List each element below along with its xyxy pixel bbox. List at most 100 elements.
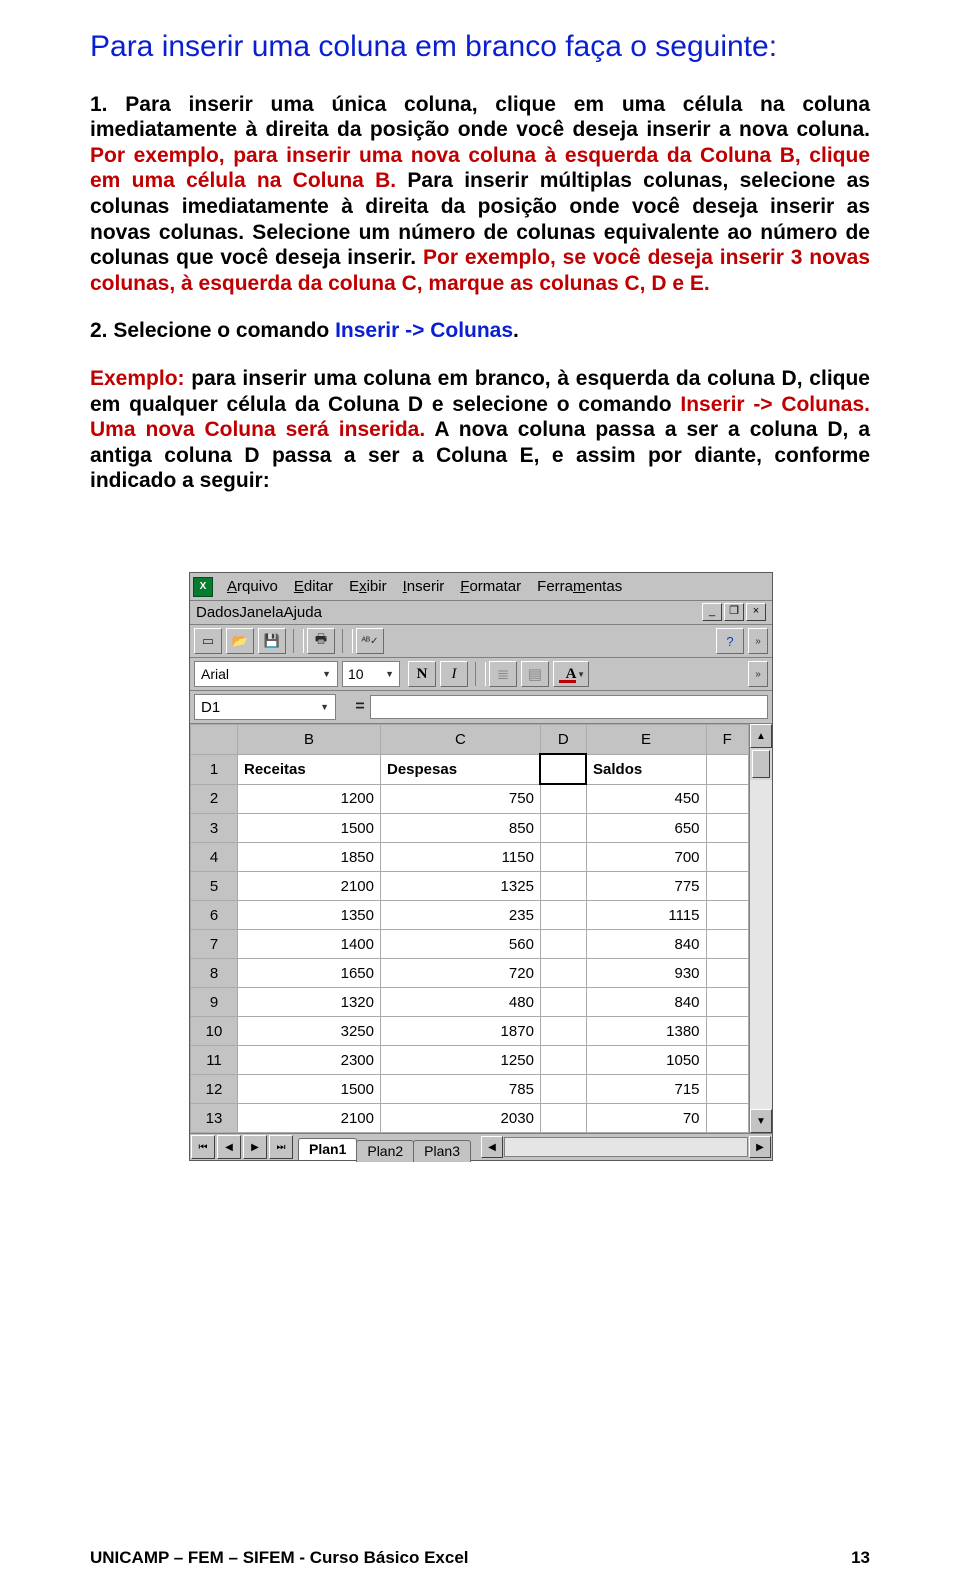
vertical-scrollbar[interactable]: ▲ ▼ [749,724,772,1133]
scroll-right-icon[interactable]: ▶ [749,1136,771,1158]
cell[interactable] [706,1046,748,1075]
cell[interactable] [706,988,748,1017]
cell[interactable] [706,754,748,784]
cell[interactable] [706,814,748,843]
toolbar-overflow-icon[interactable]: » [748,628,768,654]
cell[interactable]: 840 [586,930,706,959]
formula-input[interactable] [370,695,768,719]
cell[interactable]: 1850 [238,843,381,872]
print-icon[interactable]: 🖶 [307,628,335,654]
col-head-B[interactable]: B [238,725,381,755]
align-button[interactable]: ≣ [489,661,517,687]
sheet-tab-plan3[interactable]: Plan3 [413,1140,471,1162]
cell[interactable] [706,872,748,901]
cell[interactable] [706,930,748,959]
cell[interactable]: 1320 [238,988,381,1017]
cell[interactable] [540,1104,586,1133]
close-button[interactable]: × [746,603,766,621]
italic-button[interactable]: I [440,661,468,687]
menu-exibir[interactable]: Exibir [341,576,395,597]
horizontal-scrollbar[interactable]: ◀ ▶ [480,1134,772,1160]
equals-button[interactable]: = [350,696,370,718]
cell[interactable]: 1150 [381,843,541,872]
cell[interactable]: 560 [381,930,541,959]
cell[interactable]: 2030 [381,1104,541,1133]
row-head[interactable]: 6 [191,901,238,930]
cell[interactable]: 1650 [238,959,381,988]
cell[interactable] [540,784,586,814]
cell[interactable]: 1350 [238,901,381,930]
cell[interactable] [540,988,586,1017]
prev-sheet-icon[interactable]: ◀ [217,1135,241,1159]
cell[interactable] [706,901,748,930]
menu-editar[interactable]: Editar [286,576,341,597]
col-head-E[interactable]: E [586,725,706,755]
cell[interactable]: 2300 [238,1046,381,1075]
menu-formatar[interactable]: Formatar [452,576,529,597]
cell[interactable]: 775 [586,872,706,901]
cell[interactable]: 840 [586,988,706,1017]
row-head[interactable]: 7 [191,930,238,959]
cell[interactable]: Despesas [381,754,541,784]
cell[interactable]: 480 [381,988,541,1017]
scroll-thumb[interactable] [752,750,770,778]
col-head-F[interactable]: F [706,725,748,755]
font-name-select[interactable]: Arial ▼ [194,661,338,687]
cell[interactable] [706,959,748,988]
cell[interactable]: Receitas [238,754,381,784]
row-head[interactable]: 1 [191,754,238,784]
scroll-up-icon[interactable]: ▲ [750,724,772,748]
cell[interactable] [706,784,748,814]
cell[interactable]: 650 [586,814,706,843]
cell[interactable]: 1870 [381,1017,541,1046]
cell[interactable]: 450 [586,784,706,814]
cell[interactable] [540,1046,586,1075]
bold-button[interactable]: N [408,661,436,687]
cell[interactable] [540,959,586,988]
cell[interactable]: 715 [586,1075,706,1104]
cell[interactable]: 850 [381,814,541,843]
row-head[interactable]: 3 [191,814,238,843]
next-sheet-icon[interactable]: ▶ [243,1135,267,1159]
cell[interactable] [540,1017,586,1046]
scroll-track[interactable] [504,1137,748,1157]
indent-button[interactable]: ▤ [521,661,549,687]
menu-janela[interactable]: Janela [239,604,283,621]
help-icon[interactable]: ? [716,628,744,654]
cell[interactable] [706,1075,748,1104]
cell[interactable]: 2100 [238,1104,381,1133]
row-head[interactable]: 4 [191,843,238,872]
row-head[interactable]: 11 [191,1046,238,1075]
cell[interactable]: 1325 [381,872,541,901]
cell[interactable]: 1115 [586,901,706,930]
cell[interactable]: 1500 [238,1075,381,1104]
new-icon[interactable]: ▭ [194,628,222,654]
cell[interactable]: 785 [381,1075,541,1104]
cell[interactable]: 700 [586,843,706,872]
cell[interactable] [540,843,586,872]
scroll-track[interactable] [750,780,772,1109]
col-head-C[interactable]: C [381,725,541,755]
cell[interactable]: 1200 [238,784,381,814]
sheet-tab-plan1[interactable]: Plan1 [298,1138,357,1160]
save-icon[interactable]: 💾 [258,628,286,654]
cell[interactable]: 930 [586,959,706,988]
cell[interactable]: 1380 [586,1017,706,1046]
menu-ferramentas[interactable]: Ferramentas [529,576,630,597]
spellcheck-icon[interactable]: ᴬᴮ✓ [356,628,384,654]
open-icon[interactable]: 📂 [226,628,254,654]
cell[interactable] [706,843,748,872]
row-head[interactable]: 8 [191,959,238,988]
toolbar-overflow-icon[interactable]: » [748,661,768,687]
cell[interactable] [540,901,586,930]
col-head-D[interactable]: D [540,725,586,755]
cell[interactable]: Saldos [586,754,706,784]
first-sheet-icon[interactable]: ⏮ [191,1135,215,1159]
cell[interactable]: 750 [381,784,541,814]
cell[interactable]: 720 [381,959,541,988]
row-head[interactable]: 10 [191,1017,238,1046]
cell[interactable]: 1500 [238,814,381,843]
scroll-down-icon[interactable]: ▼ [750,1109,772,1133]
row-head[interactable]: 12 [191,1075,238,1104]
last-sheet-icon[interactable]: ⏭ [269,1135,293,1159]
